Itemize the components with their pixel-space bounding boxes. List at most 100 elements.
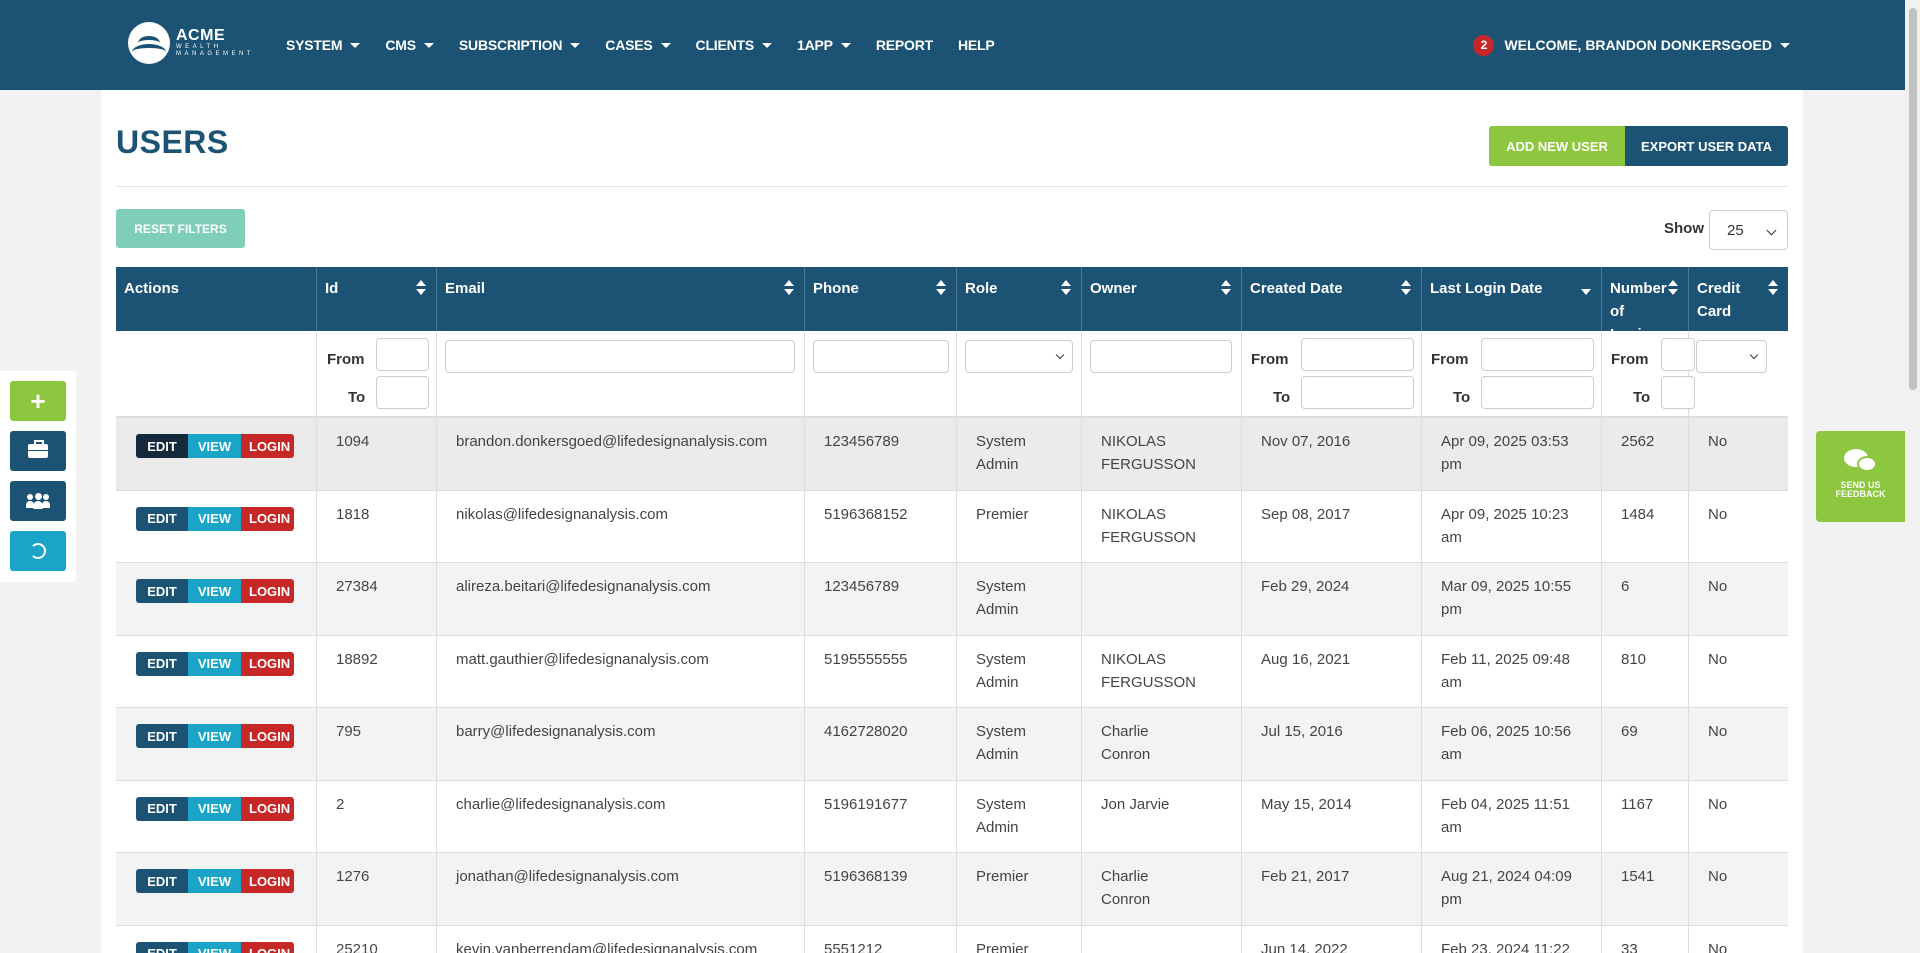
cell-owner (1082, 925, 1242, 953)
cell-phone-text: 5551212 (824, 940, 883, 953)
cell-id: 1276 (317, 853, 437, 925)
filter-from-label: From (1611, 351, 1649, 368)
quick-add-button[interactable]: + (10, 381, 66, 421)
created-from-input[interactable] (1301, 338, 1414, 371)
send-feedback-button[interactable]: SEND US FEEDBACK (1816, 431, 1905, 522)
cell-credit-card-text: No (1708, 505, 1728, 523)
cell-created-date: Nov 07, 2016 (1242, 418, 1422, 490)
login-as-button[interactable]: LOGIN (241, 941, 294, 953)
edit-button[interactable]: EDIT (136, 941, 188, 953)
column-header-label: Owner (1090, 280, 1137, 297)
sort-icon (1668, 280, 1678, 296)
column-header-email[interactable]: Email (437, 267, 805, 331)
view-button[interactable]: VIEW (188, 651, 241, 676)
chevron-down-icon (350, 42, 361, 48)
reset-filters-button[interactable]: RESET FILTERS (116, 209, 245, 248)
column-header-label: Created Date (1250, 280, 1343, 297)
column-header-phone[interactable]: Phone (805, 267, 957, 331)
add-new-user-button[interactable]: ADD NEW USER (1489, 126, 1625, 166)
cell-created-date-text: Jun 14, 2022 (1261, 940, 1348, 953)
login-as-button[interactable]: LOGIN (241, 796, 294, 821)
last-login-to-input[interactable] (1481, 376, 1594, 409)
view-button[interactable]: VIEW (188, 434, 241, 458)
cell-id-text: 795 (336, 723, 362, 740)
cell-phone-text: 123456789 (824, 433, 900, 450)
nav-item-report[interactable]: REPORT (876, 37, 933, 53)
login-as-button[interactable]: LOGIN (241, 724, 294, 748)
column-header-last-login-date[interactable]: Last Login Date (1422, 267, 1602, 331)
login-as-button[interactable]: LOGIN (241, 651, 294, 676)
quick-cases-button[interactable] (10, 431, 66, 471)
edit-button[interactable]: EDIT (136, 506, 188, 531)
cell-credit-card-text: No (1708, 940, 1728, 953)
nav-item-subscription[interactable]: SUBSCRIPTION (459, 37, 581, 53)
id-from-input[interactable] (376, 338, 429, 371)
role-filter-select[interactable] (965, 340, 1073, 373)
nav-item-system[interactable]: SYSTEM (286, 37, 361, 53)
plus-icon: + (30, 386, 46, 416)
row-actions: EDITVIEWLOGIN (136, 796, 294, 821)
view-button[interactable]: VIEW (188, 724, 241, 748)
page-size-select[interactable]: 25 (1709, 210, 1788, 250)
view-button[interactable]: VIEW (188, 869, 241, 893)
quick-users-button[interactable] (10, 481, 66, 521)
cell-number-of-logins: 1167 (1602, 780, 1689, 852)
row-actions: EDITVIEWLOGIN (136, 724, 294, 748)
column-header-id[interactable]: Id (317, 267, 437, 331)
filter-from-label: From (1431, 351, 1469, 368)
scrollbar-thumb[interactable] (1909, 8, 1917, 390)
edit-button[interactable]: EDIT (136, 434, 188, 458)
created-to-input[interactable] (1301, 376, 1414, 409)
credit-card-filter-select[interactable] (1696, 340, 1767, 373)
nav-item-1app[interactable]: 1APP (797, 37, 851, 53)
cell-id-text: 1276 (336, 868, 370, 885)
chevron-down-icon (1749, 350, 1759, 360)
row-actions: EDITVIEWLOGIN (136, 506, 294, 531)
edit-button[interactable]: EDIT (136, 796, 188, 821)
column-header-credit-card[interactable]: Credit Card (1689, 267, 1788, 331)
login-as-button[interactable]: LOGIN (241, 506, 294, 531)
export-user-data-button[interactable]: EXPORT USER DATA (1625, 126, 1788, 166)
edit-button[interactable]: EDIT (136, 724, 188, 748)
edit-button[interactable]: EDIT (136, 651, 188, 676)
quick-history-button[interactable] (10, 531, 66, 571)
cell-last-login-date: Apr 09, 2025 10:23 am (1422, 490, 1602, 562)
nav-item-label: REPORT (875, 37, 933, 53)
page-title: USERS (116, 124, 229, 160)
column-header-label: Role (965, 280, 998, 297)
user-menu[interactable]: 2 WELCOME, BRANDON DONKERSGOED (1473, 0, 1790, 90)
view-button[interactable]: VIEW (188, 506, 241, 531)
owner-filter-input[interactable] (1090, 340, 1232, 373)
last-login-from-input[interactable] (1481, 338, 1594, 371)
welcome-text[interactable]: WELCOME, BRANDON DONKERSGOED (1504, 37, 1772, 53)
cell-id: 1094 (317, 418, 437, 490)
login-as-button[interactable]: LOGIN (241, 434, 294, 458)
edit-button[interactable]: EDIT (136, 579, 188, 603)
cell-actions: EDITVIEWLOGIN (116, 780, 317, 852)
table-row: EDIT VIEW LOGIN 18892 matt.gauthier@lifedesi… (116, 635, 1788, 708)
edit-button[interactable]: EDIT (136, 869, 188, 893)
cell-role: System Admin (957, 780, 1082, 852)
column-header-actions: Actions (116, 267, 317, 331)
nav-item-cases[interactable]: CASES (605, 37, 671, 53)
column-header-created-date[interactable]: Created Date (1242, 267, 1422, 331)
page-size-value: 25 (1727, 221, 1744, 239)
login-as-button[interactable]: LOGIN (241, 869, 294, 893)
phone-filter-input[interactable] (813, 340, 949, 373)
view-button[interactable]: VIEW (188, 579, 241, 603)
column-header-owner[interactable]: Owner (1082, 267, 1242, 331)
view-button[interactable]: VIEW (188, 941, 241, 953)
view-button[interactable]: VIEW (188, 796, 241, 821)
nav-item-help[interactable]: HELP (958, 37, 995, 53)
logo[interactable]: ACME WEALTH MANAGEMENT (128, 22, 256, 64)
nav-item-cms[interactable]: CMS (385, 37, 434, 53)
nav-item-clients[interactable]: CLIENTS (696, 37, 773, 53)
email-filter-input[interactable] (445, 340, 795, 373)
id-to-input[interactable] (376, 376, 429, 409)
main-nav: SYSTEM CMS SUBSCRIPTION CASES CLIENTS 1APP REP… (286, 0, 1020, 90)
login-as-button[interactable]: LOGIN (241, 579, 294, 603)
column-header-number-of-logins[interactable]: Number of Logins (1602, 267, 1689, 343)
notification-badge[interactable]: 2 (1473, 34, 1495, 56)
column-header-role[interactable]: Role (957, 267, 1082, 331)
cell-number-of-logins-text: 33 (1621, 940, 1638, 953)
